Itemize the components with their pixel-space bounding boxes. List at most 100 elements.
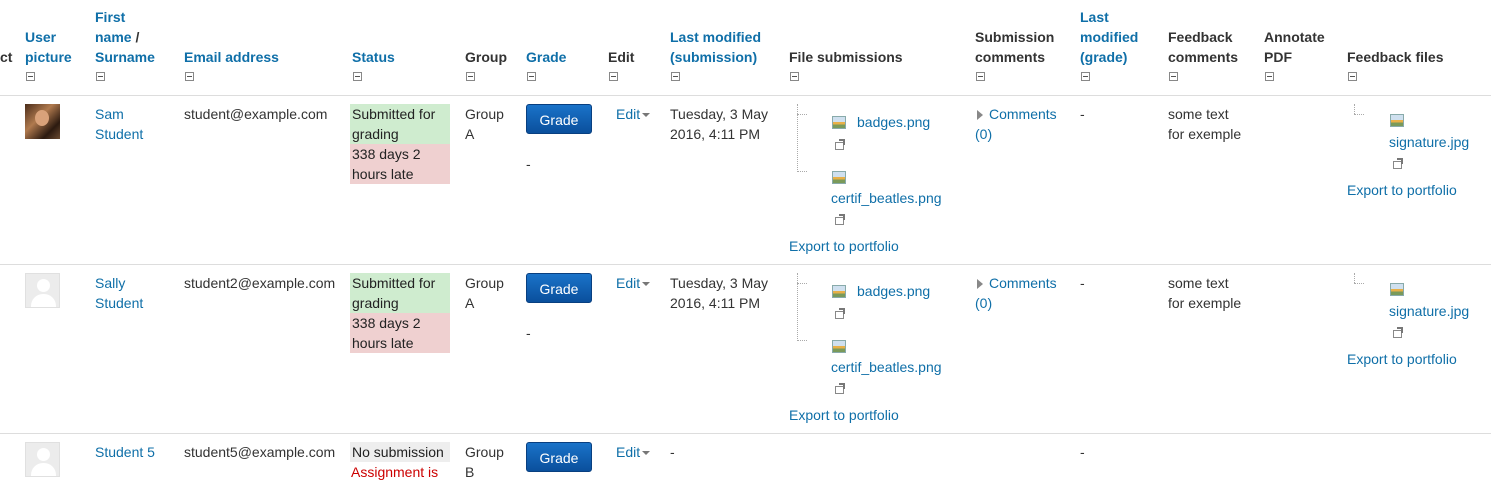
last-modified-line2: 2016, 4:11 PM	[670, 126, 761, 142]
last-modified-submission-header-line1[interactable]: Last modified	[670, 27, 761, 47]
submission-comments-header-line1: Submission	[975, 29, 1055, 45]
file-link[interactable]: badges.png	[857, 281, 930, 301]
collapse-name-icon[interactable]	[96, 72, 105, 81]
annotate-pdf-header-line2: PDF	[1264, 49, 1292, 65]
grade-header[interactable]: Grade	[526, 47, 566, 67]
first-name-sort-link[interactable]: name	[95, 29, 132, 45]
portfolio-export-icon[interactable]	[834, 308, 846, 320]
portfolio-export-icon[interactable]	[834, 139, 846, 151]
edit-menu-label: Edit	[616, 275, 641, 291]
status-no-submission: No submission	[350, 442, 450, 462]
annotate-pdf-header-line1: Annotate	[1264, 29, 1325, 45]
user-name-link[interactable]: Student 5	[95, 442, 155, 462]
first-name-header-line1[interactable]: First	[95, 7, 125, 27]
portfolio-export-icon[interactable]	[1392, 327, 1404, 339]
collapse-grade-icon[interactable]	[527, 72, 536, 81]
expand-arrow-icon	[977, 110, 983, 121]
email-header[interactable]: Email address	[184, 47, 279, 67]
file-link[interactable]: certif_beatles.png	[831, 188, 942, 208]
grade-value: -	[526, 325, 531, 341]
image-file-icon	[832, 116, 846, 129]
edit-menu[interactable]: Edit	[616, 104, 651, 124]
surname-sort-link[interactable]: Surname	[95, 47, 155, 67]
header-divider	[0, 95, 1491, 96]
status-submitted-line2: grading	[350, 293, 450, 313]
edit-menu[interactable]: Edit	[616, 442, 651, 462]
user-avatar-default[interactable]	[25, 273, 60, 308]
edit-menu-label: Edit	[616, 106, 641, 122]
last-modified-grade-header-line1[interactable]: Last	[1080, 7, 1109, 27]
collapse-status-icon[interactable]	[353, 72, 362, 81]
row-divider	[0, 264, 1491, 265]
user-picture-header-line1[interactable]: User	[25, 27, 56, 47]
comments-toggle[interactable]: Comments	[977, 273, 1057, 293]
collapse-last-modified-submission-icon[interactable]	[671, 72, 680, 81]
grade-button[interactable]: Grade	[526, 442, 592, 472]
group-header: Group	[465, 49, 507, 65]
collapse-edit-icon[interactable]	[609, 72, 618, 81]
user-email: student2@example.com	[184, 275, 336, 291]
last-modified-submission-header-line2[interactable]: (submission)	[670, 47, 757, 67]
feedback-file-link[interactable]: signature.jpg	[1389, 132, 1469, 152]
group-label: Group	[465, 444, 504, 460]
status-overdue: Assignment is	[351, 464, 439, 480]
status-header[interactable]: Status	[352, 47, 395, 67]
feedback-file-link[interactable]: signature.jpg	[1389, 301, 1469, 321]
select-column-header: ct	[0, 49, 13, 65]
last-modified-grade-header-line3[interactable]: (grade)	[1080, 47, 1127, 67]
image-file-icon	[832, 171, 846, 184]
chevron-down-icon	[642, 451, 651, 456]
comments-toggle[interactable]: Comments	[977, 104, 1057, 124]
feedback-comment-line2: for exemple	[1168, 295, 1242, 311]
user-picture-header-line2[interactable]: picture	[25, 47, 72, 67]
user-surname-link[interactable]: Student	[95, 293, 143, 313]
collapse-group-icon[interactable]	[466, 72, 475, 81]
collapse-annotate-pdf-icon[interactable]	[1265, 72, 1274, 81]
comments-count[interactable]: (0)	[975, 293, 992, 313]
last-modified-line2: 2016, 4:11 PM	[670, 295, 761, 311]
user-surname-link[interactable]: Student	[95, 124, 143, 144]
feedback-export-link[interactable]: Export to portfolio	[1347, 180, 1457, 200]
feedback-comment-line2: for exemple	[1168, 126, 1242, 142]
collapse-file-submissions-icon[interactable]	[790, 72, 799, 81]
comments-count[interactable]: (0)	[975, 124, 992, 144]
grade-modified-value: -	[1080, 275, 1085, 291]
last-modified-value: -	[670, 444, 675, 460]
file-submissions-header: File submissions	[789, 49, 903, 65]
feedback-export-link[interactable]: Export to portfolio	[1347, 349, 1457, 369]
edit-menu[interactable]: Edit	[616, 273, 651, 293]
file-link[interactable]: certif_beatles.png	[831, 357, 942, 377]
grade-modified-value: -	[1080, 106, 1085, 122]
image-file-icon	[1390, 283, 1404, 296]
file-tree-branch	[797, 114, 807, 115]
feedback-tree-branch	[1354, 114, 1364, 115]
portfolio-export-icon[interactable]	[834, 383, 846, 395]
comments-label: Comments	[989, 106, 1057, 122]
grade-modified-value: -	[1080, 444, 1085, 460]
group-name: A	[465, 126, 475, 142]
collapse-email-icon[interactable]	[185, 72, 194, 81]
collapse-feedback-files-icon[interactable]	[1348, 72, 1357, 81]
group-label: Group	[465, 106, 504, 122]
collapse-feedback-comments-icon[interactable]	[1169, 72, 1178, 81]
file-tree-branch	[797, 340, 807, 341]
portfolio-export-icon[interactable]	[1392, 158, 1404, 170]
collapse-last-modified-grade-icon[interactable]	[1081, 72, 1090, 81]
export-to-portfolio-link[interactable]: Export to portfolio	[789, 405, 899, 425]
user-avatar-photo[interactable]	[25, 104, 60, 139]
export-to-portfolio-link[interactable]: Export to portfolio	[789, 236, 899, 256]
last-modified-grade-header-line2[interactable]: modified	[1080, 27, 1138, 47]
user-first-name-link[interactable]: Sally	[95, 273, 125, 293]
grade-button[interactable]: Grade	[526, 104, 592, 134]
grade-button[interactable]: Grade	[526, 273, 592, 303]
file-link[interactable]: badges.png	[857, 112, 930, 132]
collapse-submission-comments-icon[interactable]	[976, 72, 985, 81]
status-submitted-line1: Submitted for	[350, 273, 450, 293]
portfolio-export-icon[interactable]	[834, 214, 846, 226]
user-first-name-link[interactable]: Sam	[95, 104, 124, 124]
user-avatar-default[interactable]	[25, 442, 60, 477]
collapse-user-picture-icon[interactable]	[26, 72, 35, 81]
feedback-comments-header-line1: Feedback	[1168, 29, 1233, 45]
edit-header: Edit	[608, 49, 635, 65]
expand-arrow-icon	[977, 279, 983, 290]
